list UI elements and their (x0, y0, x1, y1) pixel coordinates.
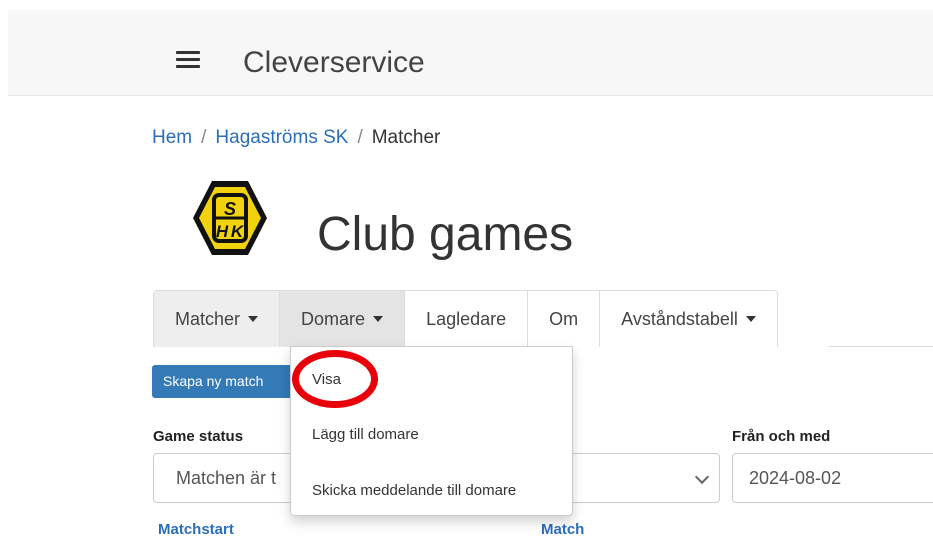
nav-tabs: Matcher Domare Lagledare Om Avståndstabe… (153, 290, 778, 347)
game-status-value: Matchen är t (176, 468, 277, 488)
caret-down-icon (745, 316, 756, 322)
breadcrumb-separator: / (201, 127, 207, 148)
tab-label: Lagledare (426, 308, 507, 329)
top-navbar: Cleverservice (8, 10, 933, 96)
from-date-label: Från och med (732, 428, 831, 445)
tab-label: Om (549, 308, 579, 329)
breadcrumb: Hem / Hagaströms SK / Matcher (152, 126, 440, 150)
tab-om[interactable]: Om (528, 291, 601, 347)
highlight-circle-annotation (292, 350, 378, 408)
tab-matcher[interactable]: Matcher (154, 291, 281, 347)
column-header-match[interactable]: Match (541, 521, 584, 538)
game-status-label: Game status (153, 428, 244, 445)
column-header-matchstart[interactable]: Matchstart (158, 521, 234, 538)
svg-text:S: S (224, 199, 236, 219)
svg-text:K: K (231, 222, 245, 241)
breadcrumb-current: Matcher (371, 127, 441, 148)
breadcrumb-separator: / (357, 127, 363, 148)
tab-label: Avståndstabell (621, 308, 738, 329)
caret-down-icon (373, 316, 384, 322)
breadcrumb-club[interactable]: Hagaströms SK (215, 127, 348, 148)
hamburger-menu-icon[interactable] (176, 51, 200, 68)
tab-label: Domare (301, 308, 366, 329)
tab-domare[interactable]: Domare (280, 291, 406, 347)
menu-item-skicka-meddelande[interactable]: Skicka meddelande till domare (312, 482, 516, 499)
chevron-down-icon (694, 469, 710, 485)
tabs-divider (828, 346, 933, 347)
tab-label: Matcher (175, 308, 241, 329)
caret-down-icon (248, 316, 259, 322)
create-match-button[interactable]: Skapa ny match (152, 365, 300, 398)
tab-avstandstabell[interactable]: Avståndstabell (600, 291, 777, 347)
brand-name[interactable]: Cleverservice (243, 45, 425, 81)
svg-text:H: H (216, 222, 229, 241)
from-date-input[interactable]: 2024-08-02 (732, 453, 933, 503)
club-logo: S H K (193, 181, 267, 255)
page-title: Club games (317, 208, 574, 261)
menu-item-lagg-till-domare[interactable]: Lägg till domare (312, 426, 419, 443)
breadcrumb-home[interactable]: Hem (152, 127, 192, 148)
tab-lagledare[interactable]: Lagledare (405, 291, 529, 347)
